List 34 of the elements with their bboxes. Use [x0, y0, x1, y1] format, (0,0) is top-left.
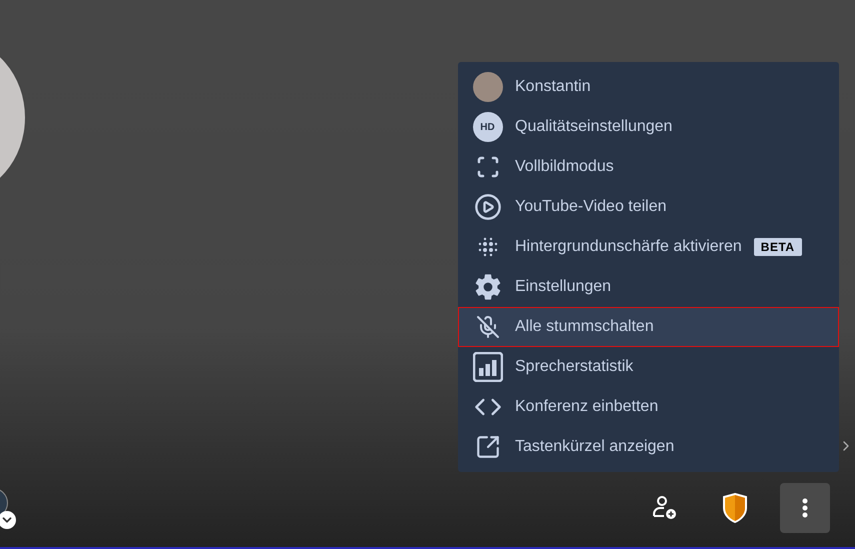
menu-item[interactable]: Vollbildmodus [458, 147, 839, 187]
shield-icon [722, 493, 748, 523]
menu-item[interactable]: Konferenz einbetten [458, 387, 839, 427]
user-avatar [472, 72, 502, 102]
menu-item[interactable]: Sprecherstatistik [458, 347, 839, 387]
menu-item[interactable]: Tastenkürzel anzeigen [458, 427, 839, 467]
menu-item[interactable]: Einstellungen [458, 267, 839, 307]
more-button[interactable] [780, 483, 830, 533]
play-circle-icon [474, 193, 502, 221]
beta-badge: BETA [754, 238, 802, 256]
menu-item[interactable]: Konstantin [458, 67, 839, 107]
settings-icon [474, 273, 502, 301]
menu-item[interactable]: Alle stummschalten [458, 307, 839, 347]
menu-item-label: Konferenz einbetten [515, 398, 658, 416]
menu-item-label: Vollbildmodus [515, 158, 614, 176]
mic-off-icon [476, 315, 500, 339]
hd-icon: HD [472, 112, 502, 142]
fullscreen-icon [476, 155, 500, 179]
menu-item-label: Konstantin [515, 78, 591, 96]
menu-item-label: Hintergrundunschärfe aktivieren [515, 238, 742, 256]
menu-item-label: Sprecherstatistik [515, 358, 634, 376]
bar-chart-icon [472, 352, 502, 382]
menu-item-label: Einstellungen [515, 278, 612, 296]
menu-item[interactable]: YouTube-Video teilen [458, 187, 839, 227]
expand-button[interactable] [0, 511, 16, 529]
menu-item-label: Tastenkürzel anzeigen [515, 438, 674, 456]
menu-item-label: Qualitätseinstellungen [515, 118, 672, 136]
external-link-icon [474, 434, 500, 460]
menu-item[interactable]: Hintergrundunschärfe aktivieren BETA [458, 227, 839, 267]
menu-item[interactable]: HD Qualitätseinstellungen [458, 107, 839, 147]
menu-item-label: Alle stummschalten [515, 318, 654, 336]
more-vertical-icon [802, 498, 808, 518]
menu-item-label: YouTube-Video teilen [515, 198, 667, 216]
add-person-icon [651, 494, 679, 522]
